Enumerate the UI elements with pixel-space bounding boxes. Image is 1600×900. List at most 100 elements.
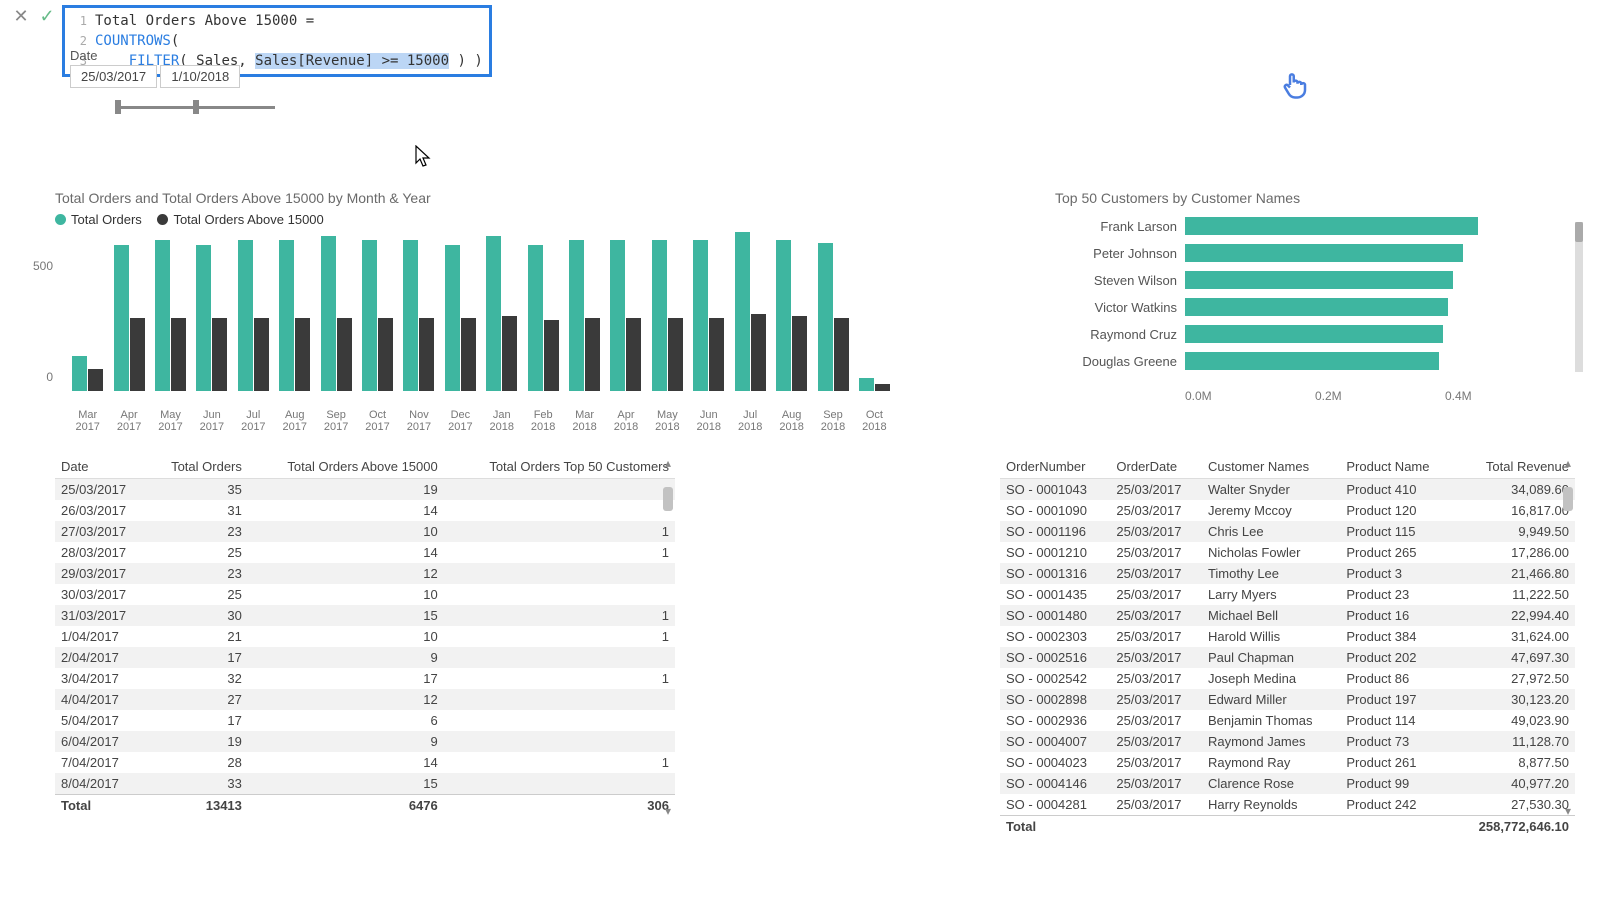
bar[interactable] [610, 240, 625, 391]
table-row[interactable]: SO - 000289825/03/2017Edward MillerProdu… [1000, 689, 1575, 710]
bar-group[interactable] [647, 240, 688, 391]
bar[interactable] [709, 318, 724, 391]
bar-group[interactable] [522, 245, 563, 391]
bar-group[interactable] [854, 378, 895, 391]
table-row[interactable]: SO - 000121025/03/2017Nicholas FowlerPro… [1000, 542, 1575, 563]
column-header[interactable]: Customer Names [1202, 455, 1340, 479]
bar[interactable] [585, 318, 600, 391]
table-row[interactable]: SO - 000131625/03/2017Timothy LeeProduct… [1000, 563, 1575, 584]
table-row[interactable]: SO - 000104325/03/2017Walter SnyderProdu… [1000, 479, 1575, 501]
bar[interactable] [321, 236, 336, 391]
table-row[interactable]: SO - 000414625/03/2017Clarence RoseProdu… [1000, 773, 1575, 794]
bar-group[interactable] [812, 243, 853, 391]
orders-detail-table[interactable]: OrderNumberOrderDateCustomer NamesProduc… [1000, 455, 1575, 855]
bar[interactable] [88, 369, 103, 391]
table-row[interactable]: 26/03/20173114 [55, 500, 675, 521]
column-header[interactable]: Total Orders Above 15000 [248, 455, 444, 479]
column-header[interactable]: OrderNumber [1000, 455, 1110, 479]
bar-group[interactable] [440, 245, 481, 391]
orders-summary-table[interactable]: DateTotal OrdersTotal Orders Above 15000… [55, 455, 675, 855]
hbar[interactable] [1185, 298, 1448, 316]
table-row[interactable]: SO - 000400725/03/2017Raymond JamesProdu… [1000, 731, 1575, 752]
table-row[interactable]: SO - 000230325/03/2017Harold WillisProdu… [1000, 626, 1575, 647]
bar[interactable] [445, 245, 460, 391]
column-header[interactable]: OrderDate [1110, 455, 1202, 479]
table-row[interactable]: 8/04/20173315 [55, 773, 675, 795]
table-scrollbar[interactable]: ▴ ▾ [1561, 457, 1575, 819]
bar[interactable] [818, 243, 833, 391]
hbar-row[interactable]: Steven Wilson [1055, 268, 1575, 292]
table-row[interactable]: 5/04/2017176 [55, 710, 675, 731]
orders-bar-chart[interactable]: Total Orders and Total Orders Above 1500… [55, 190, 895, 420]
bar[interactable] [196, 245, 211, 391]
bar[interactable] [254, 318, 269, 391]
bar[interactable] [502, 316, 517, 391]
hbar[interactable] [1185, 352, 1439, 370]
table-row[interactable]: 25/03/20173519 [55, 479, 675, 501]
hbar-row[interactable]: Douglas Greene [1055, 349, 1575, 373]
chart-scrollbar[interactable] [1575, 222, 1583, 372]
bar[interactable] [403, 240, 418, 391]
bar[interactable] [792, 316, 807, 391]
bar[interactable] [362, 240, 377, 391]
bar-group[interactable] [315, 236, 356, 391]
table-row[interactable]: SO - 000428125/03/2017Harry ReynoldsProd… [1000, 794, 1575, 816]
bar[interactable] [419, 318, 434, 391]
bar[interactable] [212, 318, 227, 391]
table-row[interactable]: 4/04/20172712 [55, 689, 675, 710]
bar[interactable] [626, 318, 641, 391]
bar[interactable] [834, 318, 849, 391]
table-row[interactable]: SO - 000109025/03/2017Jeremy MccoyProduc… [1000, 500, 1575, 521]
bar[interactable] [652, 240, 667, 391]
cancel-formula-button[interactable]: ✕ [10, 5, 32, 27]
hbar[interactable] [1185, 271, 1453, 289]
hbar-row[interactable]: Victor Watkins [1055, 295, 1575, 319]
scroll-up-icon[interactable]: ▴ [1561, 457, 1575, 471]
hbar[interactable] [1185, 217, 1478, 235]
column-header[interactable]: Total Revenue [1453, 455, 1575, 479]
scroll-up-icon[interactable]: ▴ [661, 457, 675, 471]
bar[interactable] [528, 245, 543, 391]
table-row[interactable]: 31/03/201730151 [55, 605, 675, 626]
slicer-range-slider[interactable] [115, 98, 275, 116]
table-row[interactable]: 29/03/20172312 [55, 563, 675, 584]
table-scrollbar[interactable]: ▴ ▾ [661, 457, 675, 819]
bar-group[interactable] [191, 245, 232, 391]
bar-group[interactable] [357, 240, 398, 391]
bar-group[interactable] [564, 240, 605, 391]
column-header[interactable]: Total Orders [148, 455, 248, 479]
slicer-to-input[interactable]: 1/10/2018 [160, 65, 240, 88]
bar[interactable] [875, 384, 890, 391]
table-row[interactable]: SO - 000251625/03/2017Paul ChapmanProduc… [1000, 647, 1575, 668]
bar-group[interactable] [274, 240, 315, 391]
table-row[interactable]: 7/04/201728141 [55, 752, 675, 773]
hbar[interactable] [1185, 244, 1463, 262]
bar[interactable] [295, 318, 310, 391]
top-customers-bar-chart[interactable]: Top 50 Customers by Customer Names Frank… [1055, 190, 1575, 420]
table-row[interactable]: SO - 000402325/03/2017Raymond RayProduct… [1000, 752, 1575, 773]
bar-group[interactable] [233, 240, 274, 391]
slicer-from-input[interactable]: 25/03/2017 [70, 65, 157, 88]
scroll-down-icon[interactable]: ▾ [661, 805, 675, 819]
bar-group[interactable] [605, 240, 646, 391]
bar[interactable] [668, 318, 683, 391]
table-row[interactable]: 27/03/201723101 [55, 521, 675, 542]
table-row[interactable]: SO - 000293625/03/2017Benjamin ThomasPro… [1000, 710, 1575, 731]
bar-group[interactable] [108, 245, 149, 391]
bar-group[interactable] [688, 240, 729, 391]
confirm-formula-button[interactable]: ✓ [36, 5, 58, 27]
bar[interactable] [461, 318, 476, 391]
bar[interactable] [751, 314, 766, 392]
table-row[interactable]: 30/03/20172510 [55, 584, 675, 605]
column-header[interactable]: Product Name [1340, 455, 1453, 479]
bar[interactable] [776, 240, 791, 391]
hbar-row[interactable]: Raymond Cruz [1055, 322, 1575, 346]
bar[interactable] [693, 240, 708, 391]
hbar-row[interactable]: Frank Larson [1055, 214, 1575, 238]
scroll-down-icon[interactable]: ▾ [1561, 805, 1575, 819]
table-row[interactable]: SO - 000119625/03/2017Chris LeeProduct 1… [1000, 521, 1575, 542]
table-row[interactable]: 3/04/201732171 [55, 668, 675, 689]
bar-group[interactable] [67, 356, 108, 391]
bar-group[interactable] [150, 240, 191, 391]
hbar[interactable] [1185, 325, 1443, 343]
